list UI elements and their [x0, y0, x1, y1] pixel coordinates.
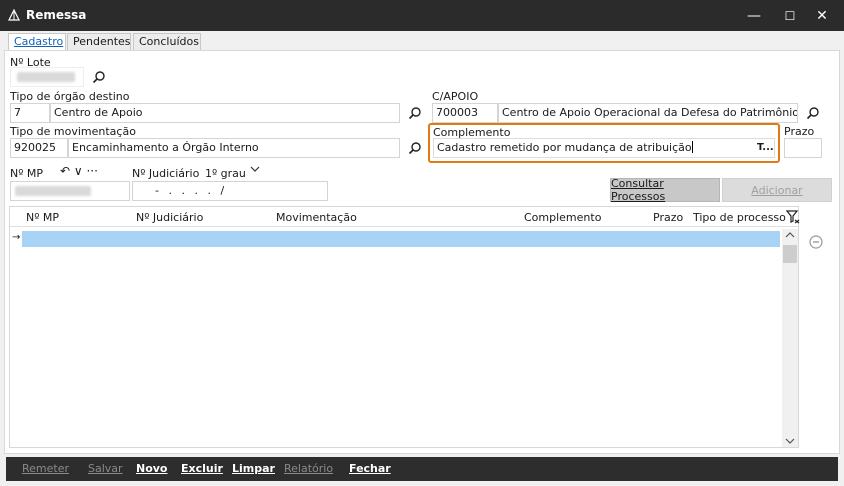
nmp-label: Nº MP — [10, 167, 44, 180]
fechar-button[interactable]: Fechar — [349, 462, 391, 475]
chevron-up-icon[interactable] — [785, 231, 795, 239]
processos-grid: Nº MP Nº Judiciário Movimentação Complem… — [9, 206, 799, 448]
search-icon[interactable] — [408, 141, 422, 155]
excluir-button[interactable]: Excluir — [181, 462, 223, 475]
column-header[interactable]: Movimentação — [276, 211, 357, 224]
complemento-value: Cadastro remetido por mudança de atribui… — [437, 141, 692, 154]
chevron-down-icon[interactable] — [250, 166, 260, 174]
salvar-button[interactable]: Salvar — [88, 462, 123, 475]
column-header[interactable]: Complemento — [524, 211, 601, 224]
orgao-destino-label: Tipo de órgão destino — [10, 90, 130, 103]
prazo-field[interactable] — [784, 138, 822, 158]
minimize-button[interactable]: — — [736, 0, 772, 31]
movimentacao-label: Tipo de movimentação — [10, 125, 136, 138]
complemento-field[interactable]: Cadastro remetido por mudança de atribui… — [433, 138, 775, 158]
nmp-tools[interactable]: ↶ ∨ ··· — [60, 164, 98, 178]
prazo-label: Prazo — [784, 125, 815, 138]
consultar-processos-button[interactable]: Consultar Processos — [610, 177, 720, 203]
capoio-code-field[interactable]: 700003 — [432, 103, 498, 123]
column-header[interactable]: Prazo — [653, 211, 683, 224]
novo-button[interactable]: Novo — [136, 462, 168, 475]
maximize-button[interactable]: ☐ — [772, 0, 808, 31]
column-header[interactable]: Nº MP — [26, 211, 59, 224]
window-title: Remessa — [26, 8, 87, 22]
movimentacao-code-field[interactable]: 920025 — [10, 138, 68, 158]
scales-icon — [8, 9, 20, 21]
close-button[interactable]: ✕ — [804, 0, 840, 31]
grau-label: 1º grau — [205, 167, 246, 180]
chevron-down-icon[interactable] — [785, 437, 795, 445]
row-indicator: → — [12, 232, 21, 243]
text-cursor — [691, 141, 693, 153]
minus-circle-icon[interactable] — [809, 235, 823, 249]
limpar-button[interactable]: Limpar — [232, 462, 275, 475]
filter-icon[interactable] — [786, 210, 800, 224]
column-header[interactable]: Nº Judiciário — [136, 211, 203, 224]
search-icon[interactable] — [408, 106, 422, 120]
tab-pendentes[interactable]: Pendentes — [67, 33, 131, 51]
judiciario-label: Nº Judiciário — [132, 167, 200, 180]
orgao-destino-name-field[interactable]: Centro de Apoio — [50, 103, 400, 123]
table-row[interactable] — [22, 231, 780, 247]
remeter-button[interactable]: Remeter — [22, 462, 69, 475]
vertical-scrollbar[interactable] — [782, 229, 798, 447]
adicionar-button[interactable]: Adicionar — [722, 178, 832, 202]
action-bar: Remeter Salvar Novo Excluir Limpar Relat… — [6, 457, 838, 481]
scrollbar-thumb[interactable] — [783, 245, 797, 263]
title-bar: Remessa — ☐ ✕ — [0, 0, 844, 31]
grid-header: Nº MP Nº Judiciário Movimentação Complem… — [10, 207, 798, 227]
nmp-field[interactable] — [10, 181, 130, 201]
movimentacao-name-field[interactable]: Encaminhamento a Órgão Interno — [68, 138, 400, 158]
capoio-name-field[interactable]: Centro de Apoio Operacional da Defesa do… — [498, 103, 798, 123]
relatorio-button[interactable]: Relatório — [284, 462, 333, 475]
orgao-destino-code-field[interactable]: 7 — [10, 103, 50, 123]
lote-field[interactable] — [10, 67, 84, 87]
judiciario-field[interactable]: - . . . . / — [132, 181, 328, 201]
complemento-expand-button[interactable]: T... — [757, 142, 774, 153]
capoio-label: C/APOIO — [432, 90, 479, 103]
search-icon[interactable] — [806, 106, 820, 120]
search-icon[interactable] — [92, 70, 106, 84]
tab-concluidos[interactable]: Concluídos — [133, 33, 201, 51]
column-header[interactable]: Tipo de processo — [693, 211, 786, 224]
